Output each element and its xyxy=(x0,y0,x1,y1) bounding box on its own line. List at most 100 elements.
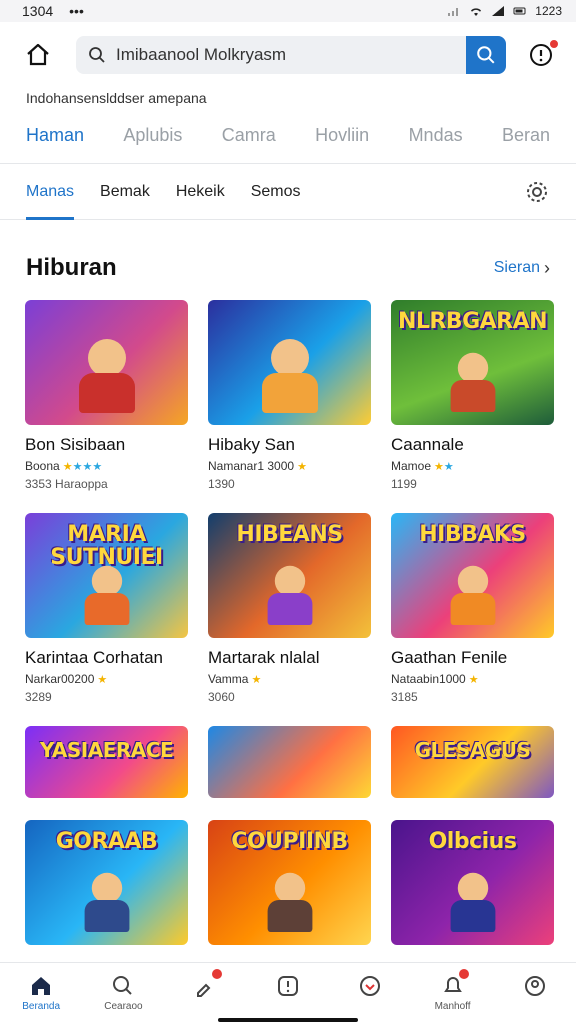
thumbnail-title: COUPIINB xyxy=(231,829,348,854)
gear-icon xyxy=(527,181,547,202)
see-all-link[interactable]: Sieran › xyxy=(494,258,550,279)
row-spacer xyxy=(25,704,188,726)
star-icon: ★ xyxy=(443,460,454,473)
row-spacer xyxy=(25,491,188,513)
row-spacer xyxy=(391,491,554,513)
home-icon xyxy=(28,973,54,999)
character-body xyxy=(450,900,495,932)
status-clock: 1223 xyxy=(535,4,562,18)
game-name: Karintaa Corhatan xyxy=(25,648,163,667)
character-head xyxy=(274,565,305,597)
notification-button[interactable] xyxy=(526,38,560,70)
rating-stars: ★ xyxy=(469,673,479,686)
game-card[interactable]: Hibaky San Namanar1 3000 ★ 1390 xyxy=(208,300,371,491)
sub-tab-1[interactable]: Manas xyxy=(26,164,75,220)
nav-badge xyxy=(458,969,469,979)
row-spacer xyxy=(25,798,188,820)
game-thumbnail: GLESAGUS xyxy=(391,726,554,798)
game-meta-text: Nataabin1000 xyxy=(391,672,466,686)
character-head xyxy=(457,565,488,597)
game-card[interactable]: NLRBGARAN Caannale Mamoe ★★ 1199 xyxy=(391,300,554,491)
game-card[interactable]: GORAAB xyxy=(25,820,188,945)
tab-4[interactable]: Hovliin xyxy=(315,125,369,146)
search-submit-button[interactable] xyxy=(466,36,506,74)
game-thumbnail xyxy=(25,300,188,425)
game-count: 3060 xyxy=(208,690,235,704)
tab-1[interactable]: Haman xyxy=(26,125,84,146)
game-name: Caannale xyxy=(391,435,464,454)
game-name: Hibaky San xyxy=(208,435,295,454)
game-thumbnail: GORAAB xyxy=(25,820,188,945)
character-body xyxy=(78,373,135,413)
game-card[interactable]: HIBBAKS Gaathan Fenile Nataabin1000 ★ 3185 xyxy=(391,513,554,704)
sub-tab-3[interactable]: Hekeik xyxy=(176,164,225,220)
house-icon xyxy=(27,43,49,66)
thumbnail-title: NLRBGARAN xyxy=(397,309,548,334)
status-bar: 1304 ••• 1223 xyxy=(0,0,576,22)
game-meta-text: Boona xyxy=(25,459,60,473)
search-icon xyxy=(89,47,105,63)
heart-icon xyxy=(357,973,383,999)
nav-item-search[interactable]: Cearaoo xyxy=(93,973,153,1012)
see-all-label: Sieran xyxy=(493,259,540,276)
top-bar xyxy=(0,22,576,88)
home-button[interactable] xyxy=(20,37,56,73)
game-card[interactable]: HIBEANS Martarak nlalal Vamma ★ 3060 xyxy=(208,513,371,704)
nav-item-alert[interactable] xyxy=(258,973,318,1001)
game-thumbnail: COUPIINB xyxy=(208,820,371,945)
category-tabs: Haman Aplubis Camra Hovliin Mndas Beran xyxy=(0,108,576,164)
thumbnail-title: YASIAERACE xyxy=(39,738,174,762)
cell-icon xyxy=(492,6,505,16)
star-icon: ★ xyxy=(468,673,479,686)
game-card[interactable]: MARIA SUTNUIEI Karintaa Corhatan Narkar002… xyxy=(25,513,188,704)
character-body xyxy=(450,593,495,625)
nav-item-tag[interactable] xyxy=(176,969,236,1001)
tab-2[interactable]: Aplubis xyxy=(123,125,182,146)
tab-6[interactable]: Beran xyxy=(502,125,550,146)
character-illustration xyxy=(448,872,498,935)
game-card[interactable]: Olbcius xyxy=(391,820,554,945)
tab-3[interactable]: Camra xyxy=(222,125,276,146)
search-icon xyxy=(477,46,495,64)
thumbnail-title: GLESAGUS xyxy=(414,738,531,762)
nav-item-bell[interactable]: Manhoff xyxy=(423,969,483,1012)
character-head xyxy=(457,872,488,904)
game-thumbnail: MARIA SUTNUIEI xyxy=(25,513,188,638)
thumbnail-title: GORAAB xyxy=(55,829,158,854)
nav-item-home[interactable]: Beranda xyxy=(11,973,71,1012)
game-thumbnail: NLRBGARAN xyxy=(391,300,554,425)
character-body xyxy=(267,593,312,625)
nav-item-profile[interactable] xyxy=(505,973,565,1001)
game-thumbnail: HIBBAKS xyxy=(391,513,554,638)
rating-stars: ★★ xyxy=(434,460,454,473)
thumbnail-title: MARIA SUTNUIEI xyxy=(50,522,163,571)
game-card[interactable] xyxy=(208,726,371,798)
sub-tab-4[interactable]: Semos xyxy=(251,164,301,220)
game-meta-text: Namanar1 3000 xyxy=(208,459,295,473)
character-body xyxy=(267,900,312,932)
page-subtitle: Indohansenslddser amepana xyxy=(26,90,207,106)
rating-stars: ★ xyxy=(251,673,261,686)
nav-label: Cearaoo xyxy=(104,1001,143,1012)
settings-button[interactable] xyxy=(524,179,550,205)
character-illustration xyxy=(448,352,498,415)
star-icon: ★ xyxy=(251,673,262,686)
game-card[interactable]: GLESAGUS xyxy=(391,726,554,798)
game-meta-text: Narkar00200 xyxy=(25,672,95,686)
rating-stars: ★ xyxy=(297,460,307,473)
game-count: 3353 Haraoppa xyxy=(25,477,108,491)
nav-item-heart[interactable] xyxy=(340,973,400,1001)
character-head xyxy=(270,339,309,377)
game-card[interactable]: Bon Sisibaan Boona ★★★★ 3353 Haraoppa xyxy=(25,300,188,491)
search-input[interactable] xyxy=(116,45,466,65)
star-icon: ★ xyxy=(72,460,83,473)
home-indicator xyxy=(218,1018,358,1022)
character-illustration xyxy=(448,565,498,628)
section-header: Hiburan Sieran › xyxy=(0,220,576,300)
game-card[interactable]: YASIAERACE xyxy=(25,726,188,798)
tab-5[interactable]: Mndas xyxy=(409,125,463,146)
star-icon: ★ xyxy=(92,460,103,473)
sub-tab-2[interactable]: Bemak xyxy=(100,164,150,220)
character-illustration xyxy=(82,872,132,935)
game-card[interactable]: COUPIINB xyxy=(208,820,371,945)
